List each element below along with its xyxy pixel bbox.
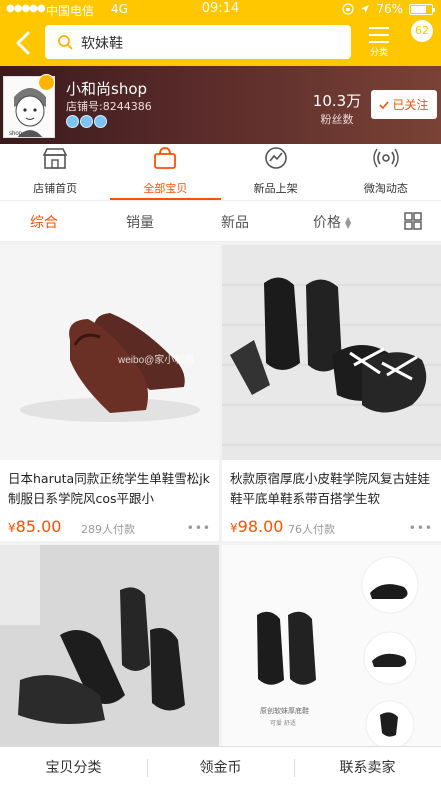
price-value: 85.00 — [15, 517, 62, 536]
battery-fill — [411, 5, 427, 13]
sort-arrows-icon: ▲ ▼ — [345, 215, 352, 230]
tab-label: 新品上架 — [253, 182, 298, 195]
product-card[interactable] — [0, 545, 219, 746]
product-title: 秋款原宿厚底小皮鞋学院风复古娃娃鞋平底单鞋系带百搭学生软 — [230, 471, 431, 506]
new-arrival-icon — [264, 147, 287, 169]
bag-icon — [154, 147, 177, 169]
more-options-icon[interactable]: ••• — [409, 521, 433, 535]
sort-sales[interactable]: 销量 — [126, 212, 154, 232]
shop-tabs: 店铺首页 全部宝贝 新品上架 微淘动态 — [0, 144, 441, 200]
messages-button[interactable]: 62 — [409, 18, 435, 58]
collect-coins-button[interactable]: 领金币 — [147, 747, 294, 788]
follow-label: 已关注 — [392, 98, 429, 112]
tab-label: 全部宝贝 — [143, 182, 188, 195]
battery-icon — [409, 3, 435, 15]
message-count-badge: 62 — [411, 20, 433, 42]
crown-icon — [66, 115, 79, 128]
currency-symbol: ¥ — [230, 521, 238, 535]
sold-count: 289人付款 — [81, 523, 135, 536]
tab-new-arrivals[interactable]: 新品上架 — [221, 144, 331, 200]
shop-header: shop 小和尚shop 店铺号:8244386 10.3万 粉丝数 已关注 — [0, 66, 441, 144]
more-options-icon[interactable]: ••• — [187, 521, 211, 535]
broadcast-icon — [373, 148, 399, 168]
sort-price-label: 价格 — [313, 215, 341, 231]
seller-rating-crowns — [66, 115, 107, 128]
photo-watermark: weibo@家小和尚 — [117, 353, 194, 366]
product-price: ¥98.00 — [230, 517, 283, 536]
avatar-text: shop — [9, 131, 23, 137]
back-button[interactable] — [12, 30, 34, 56]
product-card[interactable]: 原创软妹厚底鞋 可爱 舒适 — [222, 545, 441, 746]
sold-count: 76人付款 — [288, 523, 335, 536]
photo-caption-2: 可爱 舒适 — [270, 719, 296, 727]
product-title: 日本haruta同款正统学生单鞋雪松jk制服日系学院风cos平跟小 — [8, 471, 210, 506]
fans-label: 粉丝数 — [320, 113, 354, 126]
chevron-left-icon — [16, 31, 30, 55]
product-image: weibo@家小和尚 — [0, 245, 219, 460]
crown-icon — [94, 115, 107, 128]
battery-percent: 76% — [376, 2, 403, 16]
shop-name: 小和尚shop — [66, 80, 148, 98]
status-bar: ●●●●● 中国电信 4G 09:14 76% — [0, 0, 441, 18]
fans-count: 10.3万 — [312, 92, 362, 110]
location-arrow-icon — [361, 5, 370, 13]
contact-seller-button[interactable]: 联系卖家 — [294, 747, 441, 788]
product-image — [0, 545, 219, 746]
grid-view-icon[interactable] — [404, 212, 422, 230]
product-card[interactable]: 秋款原宿厚底小皮鞋学院风复古娃娃鞋平底单鞋系带百搭学生软 ¥98.00 76人付… — [222, 245, 441, 541]
tab-label: 微淘动态 — [363, 182, 408, 195]
status-right: 76% — [342, 2, 435, 16]
category-menu-button[interactable]: 分类 — [365, 24, 393, 60]
currency-symbol: ¥ — [8, 521, 16, 535]
price-value: 98.00 — [237, 517, 284, 536]
follow-button[interactable]: 已关注 — [371, 90, 437, 119]
check-icon — [379, 100, 390, 109]
tab-label: 店铺首页 — [33, 182, 78, 195]
product-card[interactable]: weibo@家小和尚 日本haruta同款正统学生单鞋雪松jk制服日系学院风co… — [0, 245, 219, 541]
top-bar: ●●●●● 中国电信 4G 09:14 76% 软妹鞋 分类 62 — [0, 0, 441, 66]
menu-label: 分类 — [369, 48, 388, 58]
tab-feed[interactable]: 微淘动态 — [331, 144, 441, 200]
product-image — [222, 245, 441, 460]
search-input[interactable]: 软妹鞋 — [45, 25, 351, 59]
product-price: ¥85.00 — [8, 517, 61, 536]
crown-icon — [80, 115, 93, 128]
crown-badge-icon — [38, 74, 55, 91]
search-query: 软妹鞋 — [81, 36, 123, 52]
store-id: 店铺号:8244386 — [66, 100, 152, 113]
sort-bar: 综合 销量 新品 价格 ▲ ▼ — [0, 200, 441, 242]
store-icon — [42, 148, 68, 169]
tab-store-home[interactable]: 店铺首页 — [0, 144, 110, 200]
sort-comprehensive[interactable]: 综合 — [30, 212, 58, 232]
lock-rotation-icon — [342, 3, 354, 15]
sort-price[interactable]: 价格 ▲ ▼ — [313, 212, 351, 232]
sort-new[interactable]: 新品 — [221, 212, 249, 232]
menu-icon — [369, 27, 389, 43]
bottom-action-bar: 宝贝分类 领金币 联系卖家 — [0, 746, 441, 788]
search-icon — [58, 35, 73, 50]
product-image: 原创软妹厚底鞋 可爱 舒适 — [222, 545, 441, 746]
tab-all-items[interactable]: 全部宝贝 — [110, 144, 221, 200]
photo-caption: 原创软妹厚底鞋 — [260, 706, 309, 715]
item-category-button[interactable]: 宝贝分类 — [0, 747, 147, 788]
